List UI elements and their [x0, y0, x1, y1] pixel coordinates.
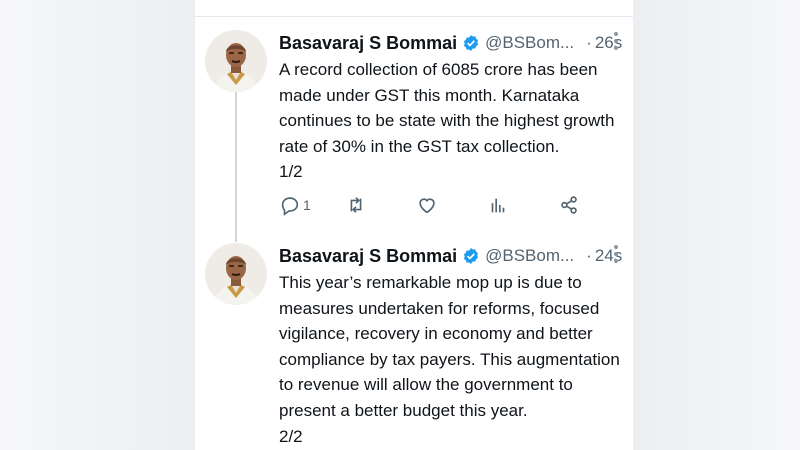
tweet-text-line: A record collection of 6085 crore has be… [279, 60, 598, 79]
thread-connector-line [235, 92, 237, 242]
like-button[interactable] [416, 193, 438, 217]
author-handle[interactable]: @BSBom... [485, 33, 574, 53]
author-name[interactable]: Basavaraj S Bommai [279, 246, 457, 267]
more-options-icon[interactable] [613, 32, 619, 52]
tweet-text-line: vigilance, recovery in economy and bette… [279, 324, 593, 344]
tweet-text-line: compliance by tax payers. This augmentat… [279, 349, 620, 369]
reply-count: 1 [303, 197, 311, 213]
tweet-text-line: This year’s remarkable mop up is due to [279, 273, 582, 292]
divider [195, 16, 633, 17]
views-icon [491, 198, 505, 213]
more-options-icon[interactable] [613, 245, 619, 265]
tweet-text-line: measures undertaken for reforms, focused [279, 298, 600, 318]
tweet-text-line: made under GST this month. Karnataka [279, 85, 580, 105]
avatar[interactable] [205, 243, 267, 305]
tweet-thread-card: Basavaraj S Bommai @BSBom... · 26s A rec… [195, 0, 633, 450]
share-icon [561, 196, 577, 214]
tweet-actions: 1 [279, 193, 599, 217]
tweet-text-line: rate of 30% in the GST tax collection. [279, 136, 560, 156]
tweet-header: Basavaraj S Bommai @BSBom... · 24s [279, 243, 622, 269]
like-icon [419, 198, 435, 214]
views-button[interactable] [487, 193, 509, 217]
retweet-icon [350, 197, 362, 213]
share-button[interactable] [558, 193, 580, 217]
retweet-button[interactable] [345, 193, 367, 217]
tweet-header: Basavaraj S Bommai @BSBom... · 26s [279, 30, 622, 56]
tweet-text: This year’s remarkable mop up is due to … [279, 270, 624, 449]
reply-icon [281, 197, 299, 216]
verified-badge-icon [462, 247, 480, 265]
background-left [0, 0, 195, 450]
tweet-text-line: 1/2 [279, 162, 303, 182]
separator-dot: · [586, 246, 592, 265]
tweet-text-line: present a better budget this year. [279, 400, 528, 420]
background-right [633, 0, 800, 450]
reply-button[interactable]: 1 [279, 193, 311, 217]
verified-badge-icon [462, 34, 480, 52]
tweet-text: A record collection of 6085 crore has be… [279, 57, 624, 185]
author-name[interactable]: Basavaraj S Bommai [279, 33, 457, 54]
tweet-text-line: continues to be state with the highest g… [279, 111, 615, 131]
avatar[interactable] [205, 30, 267, 92]
separator-dot: · [586, 33, 592, 52]
author-handle[interactable]: @BSBom... [485, 246, 574, 266]
tweet-text-line: 2/2 [279, 426, 303, 446]
tweet-text-line: to revenue will allow the government to [279, 375, 573, 395]
